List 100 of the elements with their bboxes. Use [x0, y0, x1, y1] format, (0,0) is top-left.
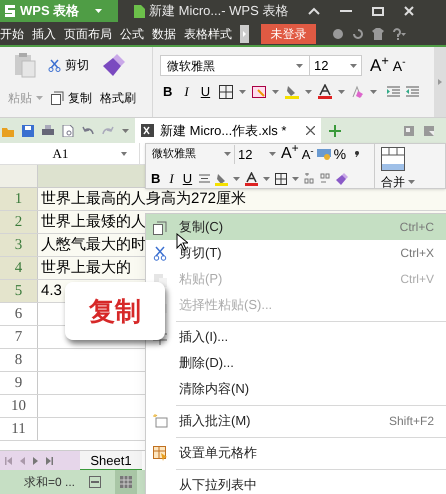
comma-icon[interactable]	[355, 151, 360, 158]
indent-icon[interactable]	[387, 86, 400, 98]
last-sheet-icon[interactable]	[46, 456, 53, 464]
save-icon[interactable]	[22, 124, 34, 136]
italic-button[interactable]: I	[167, 168, 176, 188]
caret-icon	[408, 180, 415, 184]
add-tab-icon[interactable]	[329, 124, 341, 136]
font-dropdown[interactable]: 微软雅黑	[160, 55, 310, 76]
merge-button[interactable]: 合并	[381, 173, 415, 191]
menu-item[interactable]: 复制(C) Ctrl+C	[146, 214, 446, 240]
sync-icon[interactable]	[352, 28, 364, 40]
caret-icon	[95, 9, 102, 13]
caret-icon	[272, 90, 280, 94]
menu-item[interactable]: 插入批注(M) Shift+F2	[146, 408, 446, 434]
underline-button[interactable]: U	[180, 168, 194, 188]
expand-arrow-icon[interactable]	[438, 79, 442, 85]
close-icon[interactable]	[404, 6, 414, 16]
status-text: 求和=0 ...	[24, 474, 76, 491]
grow-font-button[interactable]: A$^{+}$	[370, 57, 389, 74]
menu-item[interactable]: 清除内容(N)	[146, 376, 446, 402]
format-painter-button[interactable]: 格式刷	[100, 89, 136, 107]
window-title: 新建 Micro...- WPS 表格	[149, 2, 288, 20]
font-color-icon[interactable]	[318, 84, 332, 100]
minimize-icon[interactable]	[340, 10, 352, 12]
cell-text: 人憋气最大的时	[41, 234, 146, 255]
sheet-tab[interactable]: Sheet1	[80, 450, 142, 470]
menu-item[interactable]: 公式	[116, 24, 148, 42]
next-sheet-icon[interactable]	[33, 456, 38, 464]
menu-item[interactable]: 数据	[148, 24, 180, 42]
row-header[interactable]: 2	[0, 211, 38, 233]
percent-button[interactable]: %	[334, 144, 346, 165]
shrink-font-button[interactable]: A$^{-}$	[392, 58, 406, 72]
normal-view-icon[interactable]	[89, 476, 102, 488]
borders-icon[interactable]	[219, 84, 234, 99]
fill-color-icon[interactable]	[215, 172, 228, 186]
menu-item[interactable]: 页面布局	[60, 24, 116, 42]
undo-icon[interactable]	[82, 124, 94, 136]
login-button[interactable]: 未登录	[261, 24, 316, 44]
increase-decimal-icon[interactable]	[304, 173, 316, 184]
font-size-dropdown[interactable]: 12	[238, 144, 278, 164]
cut-button[interactable]: 剪切	[48, 56, 89, 74]
align-center-icon[interactable]	[199, 174, 210, 183]
bold-button[interactable]: B	[149, 168, 162, 188]
clipboard-icon[interactable]	[14, 52, 36, 78]
clear-format-icon[interactable]	[351, 85, 364, 98]
menu-item[interactable]: 表格样式	[180, 24, 236, 42]
font-size-dropdown[interactable]: 12	[310, 55, 362, 76]
caret-icon	[350, 64, 357, 68]
row-header[interactable]: 5	[0, 280, 38, 302]
window-icon[interactable]	[404, 126, 414, 136]
decrease-decimal-icon[interactable]	[320, 173, 332, 184]
brush-icon[interactable]	[336, 172, 348, 184]
italic-button[interactable]: I	[181, 82, 192, 102]
document-tab[interactable]: 新建 Micro...作表.xls *	[135, 118, 321, 143]
row-header[interactable]: 4	[0, 257, 38, 279]
menu-item[interactable]: 插入	[28, 24, 60, 42]
spreadsheet-icon	[141, 124, 154, 137]
help-icon[interactable]	[392, 28, 406, 40]
outdent-icon[interactable]	[406, 86, 420, 98]
row-header[interactable]: 1	[0, 188, 38, 210]
caret-icon	[292, 176, 300, 180]
print-preview-icon[interactable]	[62, 124, 74, 136]
caret-icon	[305, 90, 312, 94]
brush-icon[interactable]	[101, 52, 127, 78]
logo-icon	[4, 4, 16, 18]
shrink-font-button[interactable]: A$^{-}$	[302, 148, 314, 161]
grow-font-button[interactable]: A$^{+}$	[281, 146, 299, 162]
merge-cells-icon[interactable]	[381, 147, 405, 171]
menu-item[interactable]: 从下拉列表中	[146, 472, 446, 494]
collapse-icon[interactable]	[308, 7, 320, 15]
row-header[interactable]: 3	[0, 234, 38, 256]
cell-text: 世界上最矮的人	[41, 212, 146, 232]
cell-text: 世界上最高的人身高为272厘米	[41, 188, 246, 209]
dropdown-icon[interactable]	[122, 128, 129, 132]
caret-icon	[370, 90, 378, 94]
document-icon	[134, 4, 145, 18]
copy-button[interactable]: 复制	[51, 89, 92, 107]
maximize-icon[interactable]	[372, 6, 384, 16]
page-view-icon[interactable]	[120, 476, 132, 488]
format-cells-icon	[153, 446, 168, 460]
menu-item[interactable]: 删除(D)...	[146, 350, 446, 376]
caret-icon	[338, 90, 346, 94]
print-icon[interactable]	[42, 124, 54, 136]
cell-text: 4.3	[41, 280, 62, 301]
skin-icon[interactable]	[332, 28, 344, 40]
underline-button[interactable]: U	[198, 82, 214, 102]
font-color-icon[interactable]	[245, 172, 258, 186]
bold-button[interactable]: B	[160, 82, 176, 102]
borders-icon[interactable]	[275, 172, 288, 184]
cell-style-icon[interactable]	[252, 86, 266, 98]
caret-icon	[269, 152, 276, 156]
shirt-icon[interactable]	[372, 28, 384, 40]
fill-color-icon[interactable]	[285, 84, 300, 100]
menu-item[interactable]: 设置单元格柞	[146, 440, 446, 466]
font-dropdown[interactable]: 微软雅黑	[149, 144, 235, 164]
comment-icon	[153, 414, 168, 428]
caret-icon	[239, 90, 246, 94]
layout-icon[interactable]	[424, 126, 434, 136]
currency-icon[interactable]	[316, 148, 331, 160]
menu-item[interactable]: 开始	[0, 24, 28, 42]
